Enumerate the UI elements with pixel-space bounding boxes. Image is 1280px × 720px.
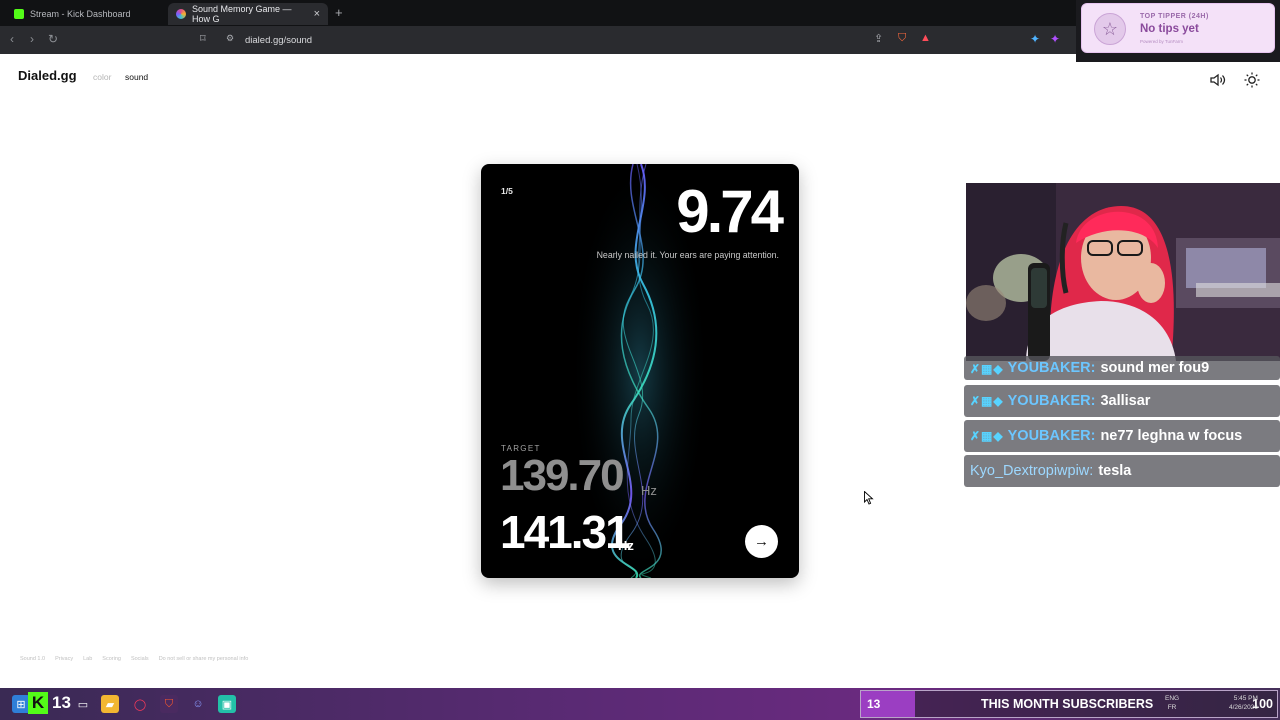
chat-message: ✗▦◆ YOUBAKER: ne77 leghna w focus	[964, 420, 1280, 452]
round-score: 9.74	[676, 178, 784, 245]
back-icon[interactable]: ‹	[10, 32, 14, 46]
chat-badges-icon: ✗▦◆	[970, 429, 1004, 443]
tab-kick-dashboard[interactable]: Stream - Kick Dashboard	[6, 3, 166, 25]
feedback-message: Nearly nailed it. Your ears are paying a…	[596, 250, 779, 260]
top-tipper-value: No tips yet	[1140, 23, 1199, 35]
chat-badges-icon: ✗▦◆	[970, 362, 1004, 376]
chat-text: tesla	[1098, 463, 1132, 479]
guess-frequency: 141.31	[500, 506, 631, 558]
top-tipper-card: ☆ TOP TIPPER (24H) No tips yet Powered b…	[1081, 3, 1275, 53]
chat-text: sound mer fou9	[1100, 360, 1210, 376]
mouse-cursor-icon	[864, 491, 874, 505]
chat-message: Kyo_Dextropiwpiw: tesla	[964, 455, 1280, 487]
url-text: dialed.gg/sound	[245, 34, 313, 46]
subscriber-count: 13	[867, 697, 881, 711]
language-primary: ENG	[1165, 695, 1180, 702]
kick-favicon-icon	[14, 9, 24, 19]
tab-sound-game[interactable]: Sound Memory Game — How G ×	[168, 3, 328, 25]
webcam-feed	[966, 183, 1280, 361]
reload-icon[interactable]: ↻	[48, 32, 58, 46]
site-info-icon[interactable]: ⚙	[226, 33, 234, 44]
top-tipper-title: TOP TIPPER (24H)	[1140, 13, 1209, 20]
address-bar[interactable]: ⌑ ⚙ dialed.gg/sound ⇪ ⛉ ▲	[200, 30, 940, 50]
footer-socials-link[interactable]: Socials	[131, 656, 149, 662]
brave-browser-icon[interactable]: ⛉	[160, 695, 178, 713]
language-secondary: FR	[1167, 704, 1177, 711]
language-indicator[interactable]: ENG FR	[1165, 694, 1179, 712]
chat-text: ne77 leghna w focus	[1100, 428, 1243, 444]
sound-game-card: 1/5 9.74 Nearly nailed it. Your ears are…	[481, 164, 799, 578]
footer-lab-link[interactable]: Lab	[83, 656, 92, 662]
powered-by: Powered by TunFarm	[1140, 39, 1184, 44]
star-icon: ☆	[1094, 13, 1126, 45]
nav-sound[interactable]: sound	[125, 72, 148, 82]
clock-date: 4/26/2026	[1229, 704, 1258, 711]
new-tab-button[interactable]: +	[335, 5, 343, 20]
volume-icon[interactable]	[1209, 71, 1227, 89]
subscriber-goal-label: THIS MONTH SUBSCRIBERS	[981, 697, 1154, 711]
round-indicator: 1/5	[501, 186, 513, 196]
chat-username[interactable]: YOUBAKER:	[1008, 393, 1096, 409]
brave-rewards-icon[interactable]: ▲	[920, 32, 931, 44]
app-icon[interactable]: ▣	[218, 695, 236, 713]
chat-username[interactable]: YOUBAKER:	[1008, 428, 1096, 444]
arrow-right-icon: →	[754, 533, 769, 550]
screen: Stream - Kick Dashboard Sound Memory Gam…	[0, 0, 1280, 720]
close-tab-icon[interactable]: ×	[314, 8, 320, 20]
next-round-button[interactable]: →	[745, 525, 778, 558]
forward-icon[interactable]: ›	[30, 32, 34, 46]
footer-links: Sound 1.0 Privacy Lab Scoring Socials Do…	[20, 656, 248, 662]
footer-privacy-link[interactable]: Privacy	[55, 656, 73, 662]
nav-color[interactable]: color	[93, 72, 111, 82]
chat-text: 3allisar	[1100, 393, 1151, 409]
footer-version: Sound 1.0	[20, 656, 46, 662]
chat-message: ✗▦◆ YOUBAKER: 3allisar	[964, 385, 1280, 417]
clock-time: 5:45 PM	[1233, 695, 1258, 702]
tab-title: Sound Memory Game — How G	[192, 4, 292, 24]
chat-username[interactable]: YOUBAKER:	[1008, 360, 1096, 376]
theme-toggle-icon[interactable]	[1243, 71, 1261, 89]
file-explorer-icon[interactable]: ▰	[101, 695, 119, 713]
subscriber-goal-bar: 13 THIS MONTH SUBSCRIBERS 100	[860, 690, 1278, 718]
target-frequency: 139.70	[500, 451, 625, 500]
bookmark-icon[interactable]: ⌑	[200, 32, 206, 45]
guess-unit: Hz	[618, 538, 634, 553]
extension-icon[interactable]: ✦	[1030, 32, 1040, 46]
streamer-video	[966, 183, 1280, 361]
site-logo[interactable]: Dialed.gg	[18, 68, 77, 83]
chat-message: ✗▦◆ YOUBAKER: sound mer fou9	[964, 356, 1280, 380]
dialed-favicon-icon	[176, 9, 186, 19]
footer-privacy-choice-link[interactable]: Do not sell or share my personal info	[159, 656, 249, 662]
footer-scoring-link[interactable]: Scoring	[102, 656, 121, 662]
target-unit: Hz	[641, 483, 657, 498]
extension-icon[interactable]: ✦	[1050, 32, 1060, 46]
task-view-icon[interactable]: ▭	[74, 695, 92, 713]
share-icon[interactable]: ⇪	[874, 32, 883, 45]
kick-logo-icon: K	[28, 692, 48, 714]
chat-badges-icon: ✗▦◆	[970, 394, 1004, 408]
top-tipper-widget: ☆ TOP TIPPER (24H) No tips yet Powered b…	[1076, 0, 1280, 62]
tab-title: Stream - Kick Dashboard	[30, 9, 131, 19]
discord-icon[interactable]: ☺	[189, 695, 207, 713]
kick-viewer-count: 13	[52, 693, 71, 712]
system-clock[interactable]: 5:45 PM 4/26/2026	[1229, 694, 1258, 712]
chat-username[interactable]: Kyo_Dextropiwpiw:	[970, 463, 1093, 479]
brave-shield-icon[interactable]: ⛉	[898, 32, 906, 45]
opera-icon[interactable]: ◯	[131, 695, 149, 713]
